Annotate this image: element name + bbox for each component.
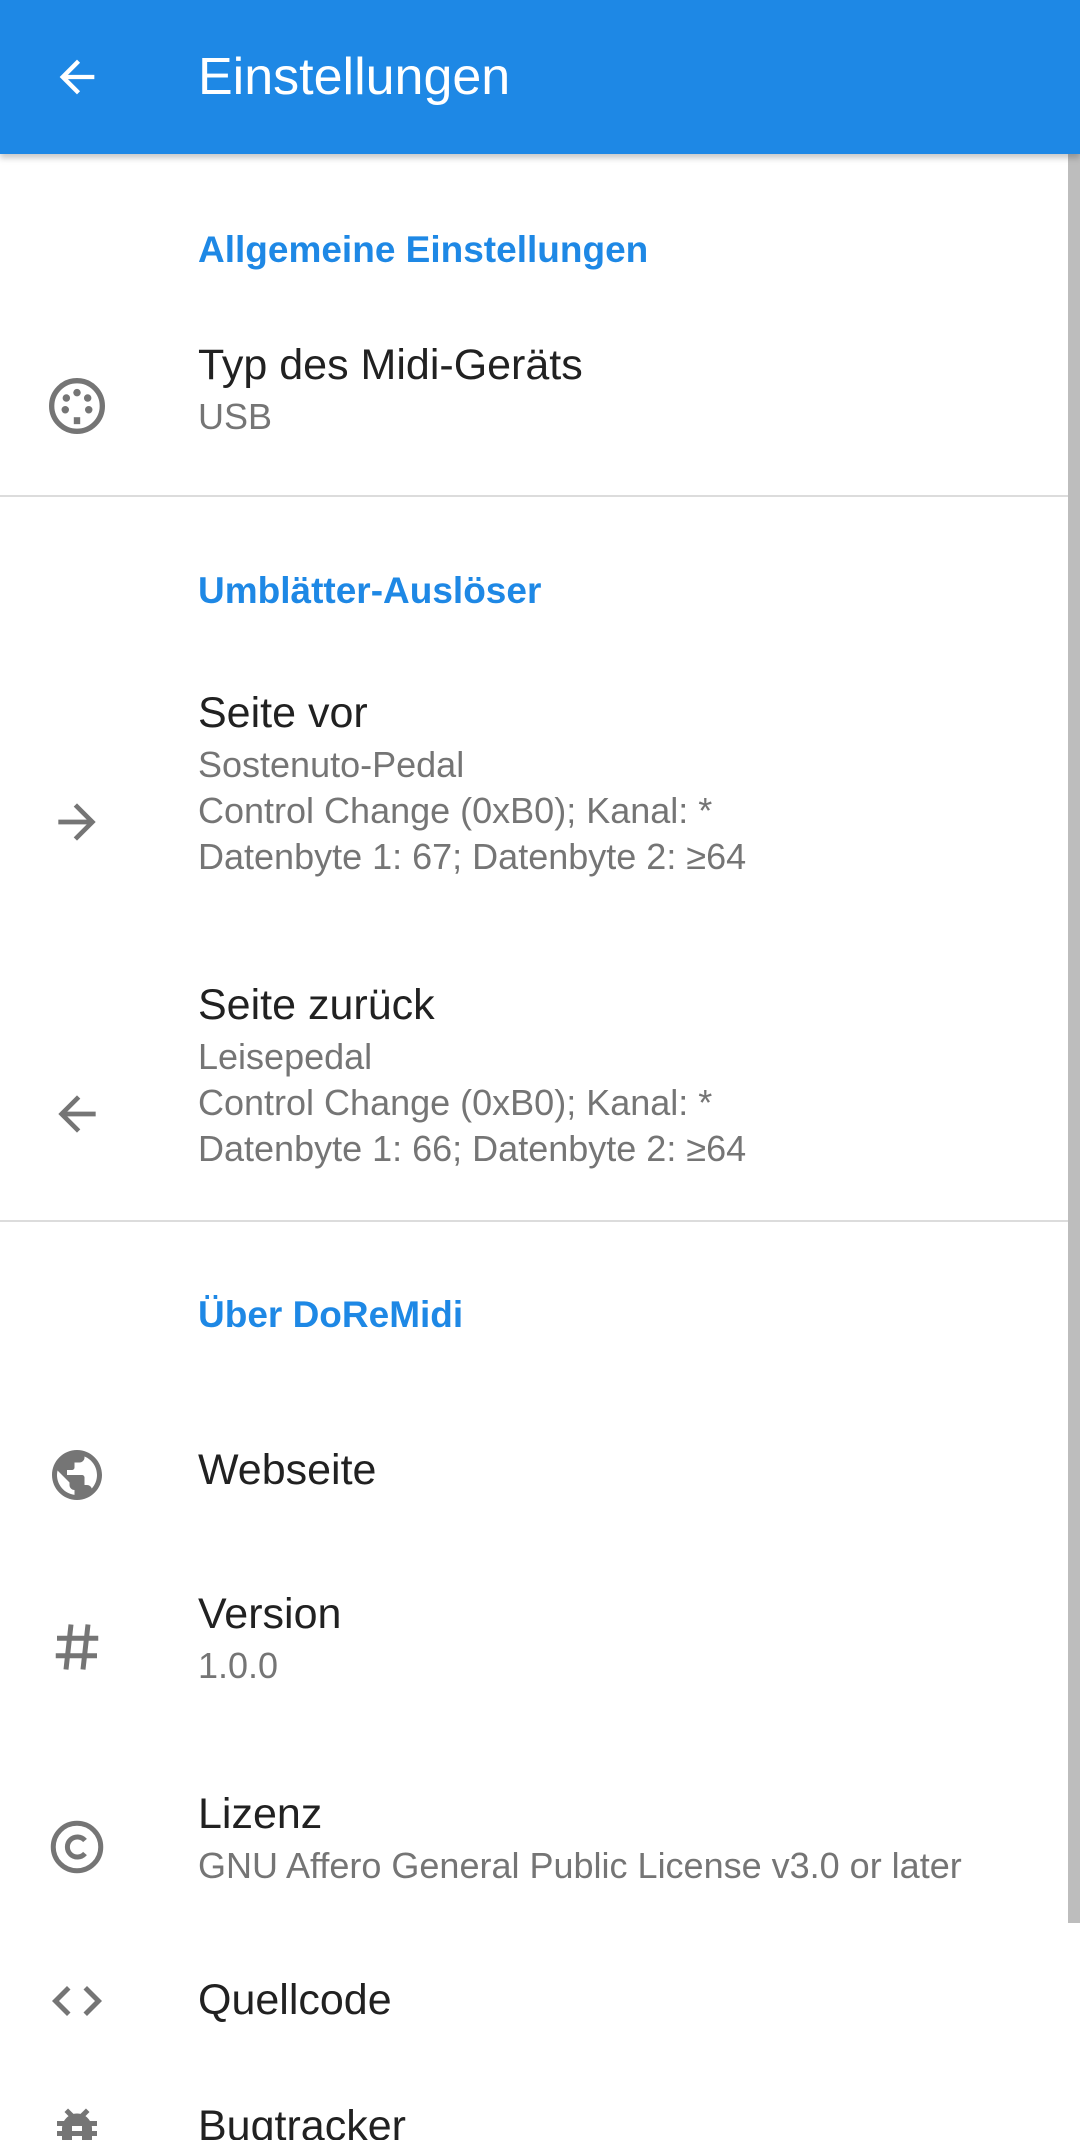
setting-midi-device-type[interactable]: Typ des Midi-Geräts USB (0, 314, 1080, 494)
scrollbar[interactable] (1068, 154, 1080, 1923)
code-icon (52, 1986, 102, 2016)
setting-title: Webseite (198, 1446, 377, 1494)
globe-icon (52, 1450, 102, 1500)
setting-summary: 1.0.0 (198, 1645, 279, 1686)
bug-icon-wrap (37, 2091, 117, 2140)
app-bar: Einstellungen (0, 0, 1080, 154)
setting-title: Quellcode (198, 1976, 392, 2024)
code-icon-wrap (37, 1961, 117, 2041)
setting-title: Lizenz (198, 1790, 323, 1838)
section-title-page-turn: Umblätter-Auslöser (198, 570, 542, 611)
setting-summary: USB (198, 396, 273, 437)
section-title-about: Über DoReMidi (198, 1294, 464, 1335)
settings-list: Allgemeine Einstellungen Typ des Midi-Ge… (0, 154, 1080, 2140)
setting-summary-line: Sostenuto-Pedal (198, 744, 465, 785)
page-title: Einstellungen (198, 48, 511, 106)
setting-bugtracker[interactable]: Bugtracker (0, 2089, 1080, 2140)
setting-website[interactable]: Webseite (0, 1379, 1080, 1549)
setting-title: Bugtracker (198, 2102, 406, 2140)
back-button[interactable] (37, 37, 117, 117)
setting-summary: GNU Affero General Public License v3.0 o… (198, 1845, 962, 1886)
bug-icon (57, 2108, 97, 2140)
setting-title: Seite vor (198, 689, 368, 737)
setting-version[interactable]: Version 1.0.0 (0, 1549, 1080, 1749)
copyright-icon-wrap (37, 1807, 117, 1887)
arrow-back-icon (59, 59, 95, 95)
arrow-back-icon (58, 1095, 96, 1133)
setting-summary-line: Leisepedal (198, 1036, 373, 1077)
setting-summary-line: Datenbyte 1: 66; Datenbyte 2: ≥64 (198, 1128, 747, 1169)
setting-title: Version (198, 1590, 342, 1638)
setting-title: Seite zurück (198, 981, 435, 1029)
next-icon-wrap (37, 782, 117, 862)
section-title-general: Allgemeine Einstellungen (198, 229, 649, 270)
setting-title: Typ des Midi-Geräts (198, 341, 583, 389)
section-divider (0, 495, 1080, 497)
setting-summary-line: Datenbyte 1: 67; Datenbyte 2: ≥64 (198, 836, 747, 877)
copyright-icon (50, 1820, 104, 1874)
hash-icon-wrap (37, 1607, 117, 1687)
midi-icon-wrap (37, 366, 117, 446)
setting-page-next[interactable]: Seite vor Sostenuto-Pedal Control Change… (0, 654, 1080, 944)
setting-license[interactable]: Lizenz GNU Affero General Public License… (0, 1749, 1080, 1949)
setting-page-prev[interactable]: Seite zurück Leisepedal Control Change (… (0, 946, 1080, 1236)
setting-summary-line: Control Change (0xB0); Kanal: * (198, 790, 713, 831)
hash-icon (55, 1624, 99, 1670)
midi-connector-icon (49, 378, 105, 434)
prev-icon-wrap (37, 1074, 117, 1154)
setting-summary-line: Control Change (0xB0); Kanal: * (198, 1082, 713, 1123)
arrow-forward-icon (58, 803, 96, 841)
globe-icon-wrap (37, 1435, 117, 1515)
section-divider (0, 1220, 1080, 1222)
